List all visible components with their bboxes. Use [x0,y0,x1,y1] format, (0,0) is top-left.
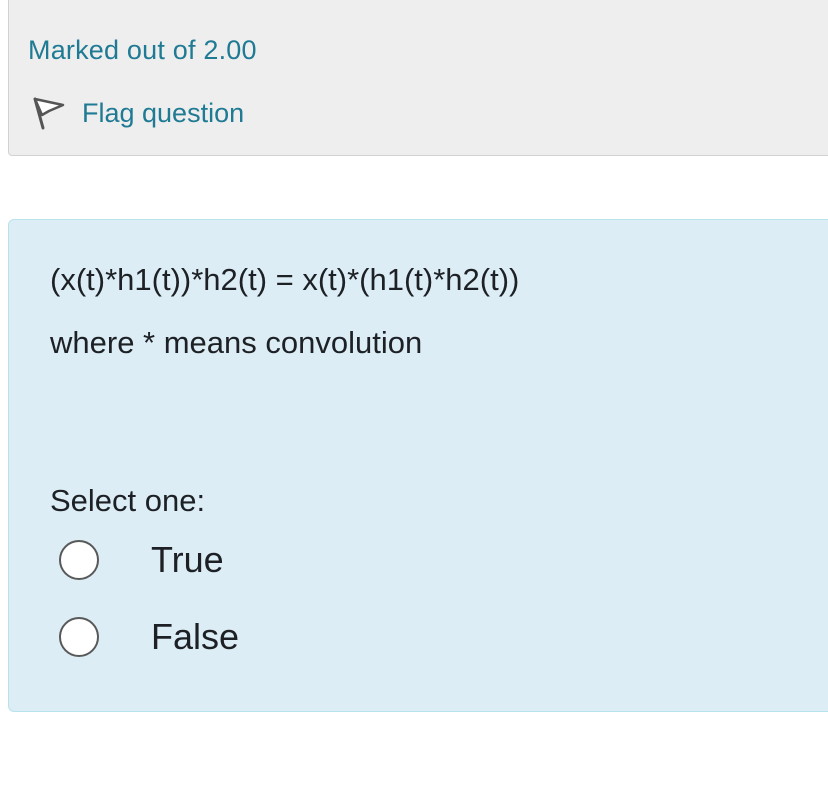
question-note: where * means convolution [50,325,423,360]
marked-out-text: Marked out of 2.00 [28,35,257,65]
select-one-prompt: Select one: [50,483,206,518]
radio-true[interactable] [59,540,99,580]
flag-question-link[interactable]: Flag question [31,95,244,131]
flag-question-label: Flag question [82,97,245,128]
option-label-false[interactable]: False [151,616,239,658]
question-text-panel: (x(t)*h1(t))*h2(t) = x(t)*(h1(t)*h2(t)) … [8,219,828,712]
option-label-true[interactable]: True [151,539,224,581]
question-statement: (x(t)*h1(t))*h2(t) = x(t)*(h1(t)*h2(t)) [50,262,520,297]
flag-icon [31,95,65,131]
radio-false[interactable] [59,617,99,657]
answer-option-false[interactable]: False [59,616,239,658]
question-info-panel: Marked out of 2.00 Flag question [8,0,828,156]
answer-option-true[interactable]: True [59,539,224,581]
